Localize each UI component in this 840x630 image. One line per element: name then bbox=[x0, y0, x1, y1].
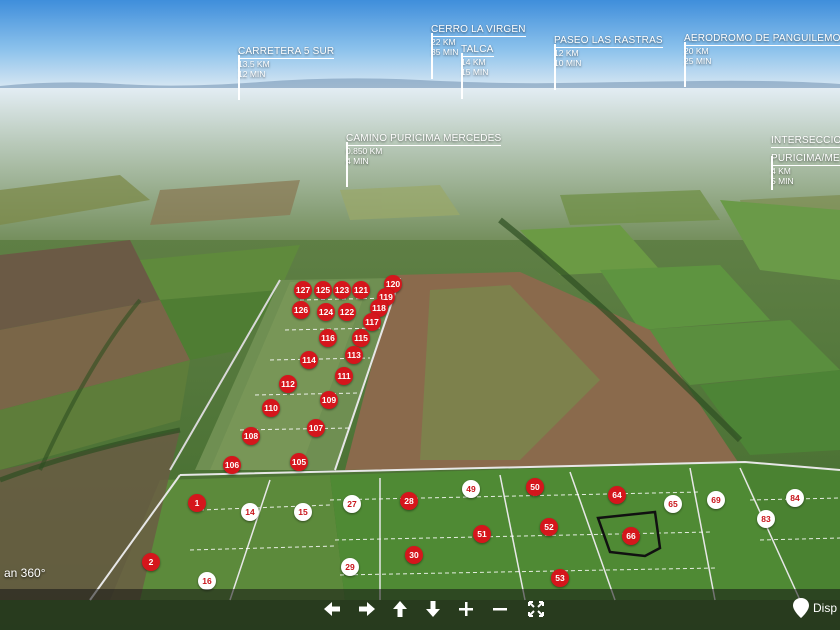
lot-marker-127[interactable]: 127 bbox=[294, 281, 312, 299]
lot-marker-28[interactable]: 28 bbox=[400, 492, 418, 510]
lot-marker-108[interactable]: 108 bbox=[242, 427, 260, 445]
availability-button[interactable]: Disp bbox=[792, 597, 837, 619]
fullscreen-icon bbox=[528, 601, 544, 617]
aerial-photo-backdrop bbox=[0, 0, 840, 630]
lot-marker-110[interactable]: 110 bbox=[262, 399, 280, 417]
lot-marker-122[interactable]: 122 bbox=[338, 303, 356, 321]
lot-marker-14[interactable]: 14 bbox=[241, 503, 259, 521]
poi-name: CAMINO PURICIMA MERCEDES bbox=[346, 133, 502, 146]
lot-marker-2[interactable]: 2 bbox=[142, 553, 160, 571]
lot-marker-105[interactable]: 105 bbox=[290, 453, 308, 471]
lot-marker-50[interactable]: 50 bbox=[526, 478, 544, 496]
poi-time: 12 MIN bbox=[238, 69, 266, 79]
pan-right-button[interactable] bbox=[355, 597, 379, 621]
poi-name: CERRO LA VIRGEN bbox=[431, 24, 526, 37]
poi-stem bbox=[771, 156, 773, 190]
lot-marker-52[interactable]: 52 bbox=[540, 518, 558, 536]
poi-time: 4 MIN bbox=[346, 156, 369, 166]
arrow-up-icon bbox=[393, 601, 407, 617]
poi-interseccion-puricima[interactable]: INTERSECCION PURICIMA/ME 4 KM 5 MIN bbox=[771, 130, 840, 190]
lot-marker-107[interactable]: 107 bbox=[307, 419, 325, 437]
lot-marker-83[interactable]: 83 bbox=[757, 510, 775, 528]
zoom-out-button[interactable] bbox=[488, 597, 512, 621]
lot-marker-84[interactable]: 84 bbox=[786, 489, 804, 507]
poi-stem bbox=[461, 53, 463, 99]
poi-stem bbox=[238, 55, 240, 100]
lot-marker-117[interactable]: 117 bbox=[363, 313, 381, 331]
poi-aerodromo-de-panguilemo[interactable]: AERODROMO DE PANGUILEMO 20 KM 25 MIN bbox=[684, 28, 840, 87]
pan-down-button[interactable] bbox=[421, 597, 445, 621]
map-pin-icon bbox=[793, 598, 809, 618]
lot-marker-1[interactable]: 1 bbox=[188, 494, 206, 512]
pan-left-button[interactable] bbox=[320, 597, 344, 621]
poi-name: TALCA bbox=[461, 44, 494, 57]
lot-marker-69[interactable]: 69 bbox=[707, 491, 725, 509]
poi-distance: 14 KM bbox=[461, 57, 486, 67]
lot-marker-114[interactable]: 114 bbox=[300, 351, 318, 369]
poi-talca[interactable]: TALCA 14 KM 15 MIN bbox=[461, 39, 494, 99]
minus-icon bbox=[493, 608, 507, 611]
poi-paseo-las-rastras[interactable]: PASEO LAS RASTRAS 12 KM 10 MIN bbox=[554, 30, 663, 90]
lot-marker-16[interactable]: 16 bbox=[198, 572, 216, 590]
arrow-left-icon bbox=[324, 602, 340, 616]
poi-camino-puricima-mercedes[interactable]: CAMINO PURICIMA MERCEDES 0.850 KM 4 MIN bbox=[346, 128, 502, 187]
tour-360-label: an 360° bbox=[4, 566, 46, 580]
plus-icon bbox=[459, 602, 473, 616]
lot-marker-116[interactable]: 116 bbox=[319, 329, 337, 347]
lot-marker-15[interactable]: 15 bbox=[294, 503, 312, 521]
poi-stem bbox=[684, 42, 686, 87]
poi-name: CARRETERA 5 SUR bbox=[238, 46, 335, 59]
lot-marker-126[interactable]: 126 bbox=[292, 301, 310, 319]
lot-marker-112[interactable]: 112 bbox=[279, 375, 297, 393]
lot-marker-27[interactable]: 27 bbox=[343, 495, 361, 513]
lot-marker-106[interactable]: 106 bbox=[223, 456, 241, 474]
lot-marker-49[interactable]: 49 bbox=[462, 480, 480, 498]
lot-marker-30[interactable]: 30 bbox=[405, 546, 423, 564]
availability-label: Disp bbox=[813, 601, 838, 615]
poi-distance: 12 KM bbox=[554, 48, 579, 58]
poi-distance: 13.5 KM bbox=[238, 59, 270, 69]
lot-marker-111[interactable]: 111 bbox=[335, 367, 353, 385]
poi-distance: 20 KM bbox=[684, 46, 709, 56]
poi-stem bbox=[431, 33, 433, 79]
arrow-right-icon bbox=[359, 602, 375, 616]
lot-marker-109[interactable]: 109 bbox=[320, 391, 338, 409]
poi-name: AERODROMO DE PANGUILEMO bbox=[684, 33, 840, 46]
arrow-down-icon bbox=[426, 601, 440, 617]
poi-carretera-5-sur[interactable]: CARRETERA 5 SUR 13.5 KM 12 MIN bbox=[238, 41, 335, 100]
poi-distance: 4 KM bbox=[771, 166, 791, 176]
lot-marker-65[interactable]: 65 bbox=[664, 495, 682, 513]
poi-stem bbox=[554, 44, 556, 90]
zoom-in-button[interactable] bbox=[454, 597, 478, 621]
lot-marker-121[interactable]: 121 bbox=[352, 281, 370, 299]
lot-marker-125[interactable]: 125 bbox=[314, 281, 332, 299]
poi-name: PASEO LAS RASTRAS bbox=[554, 35, 663, 48]
fullscreen-button[interactable] bbox=[524, 597, 548, 621]
lot-marker-113[interactable]: 113 bbox=[345, 346, 363, 364]
lot-marker-29[interactable]: 29 bbox=[341, 558, 359, 576]
aerial-panorama[interactable]: CARRETERA 5 SUR 13.5 KM 12 MIN CERRO LA … bbox=[0, 0, 840, 630]
lot-marker-115[interactable]: 115 bbox=[352, 329, 370, 347]
poi-stem bbox=[346, 142, 348, 187]
pan-up-button[interactable] bbox=[388, 597, 412, 621]
lot-marker-51[interactable]: 51 bbox=[473, 525, 491, 543]
lot-marker-124[interactable]: 124 bbox=[317, 303, 335, 321]
poi-time: 5 MIN bbox=[771, 176, 794, 186]
poi-distance: 0.850 KM bbox=[346, 146, 383, 156]
lot-marker-53[interactable]: 53 bbox=[551, 569, 569, 587]
lot-marker-123[interactable]: 123 bbox=[333, 281, 351, 299]
lot-marker-64[interactable]: 64 bbox=[608, 486, 626, 504]
poi-time: 10 MIN bbox=[554, 58, 582, 68]
poi-time: 15 MIN bbox=[461, 67, 489, 77]
lot-marker-66[interactable]: 66 bbox=[622, 527, 640, 545]
viewer-control-bar: an 360° Disp bbox=[0, 566, 840, 630]
poi-name-continued: PURICIMA/ME bbox=[771, 153, 840, 166]
poi-time: 25 MIN bbox=[684, 56, 712, 66]
poi-name: INTERSECCION bbox=[771, 135, 840, 148]
